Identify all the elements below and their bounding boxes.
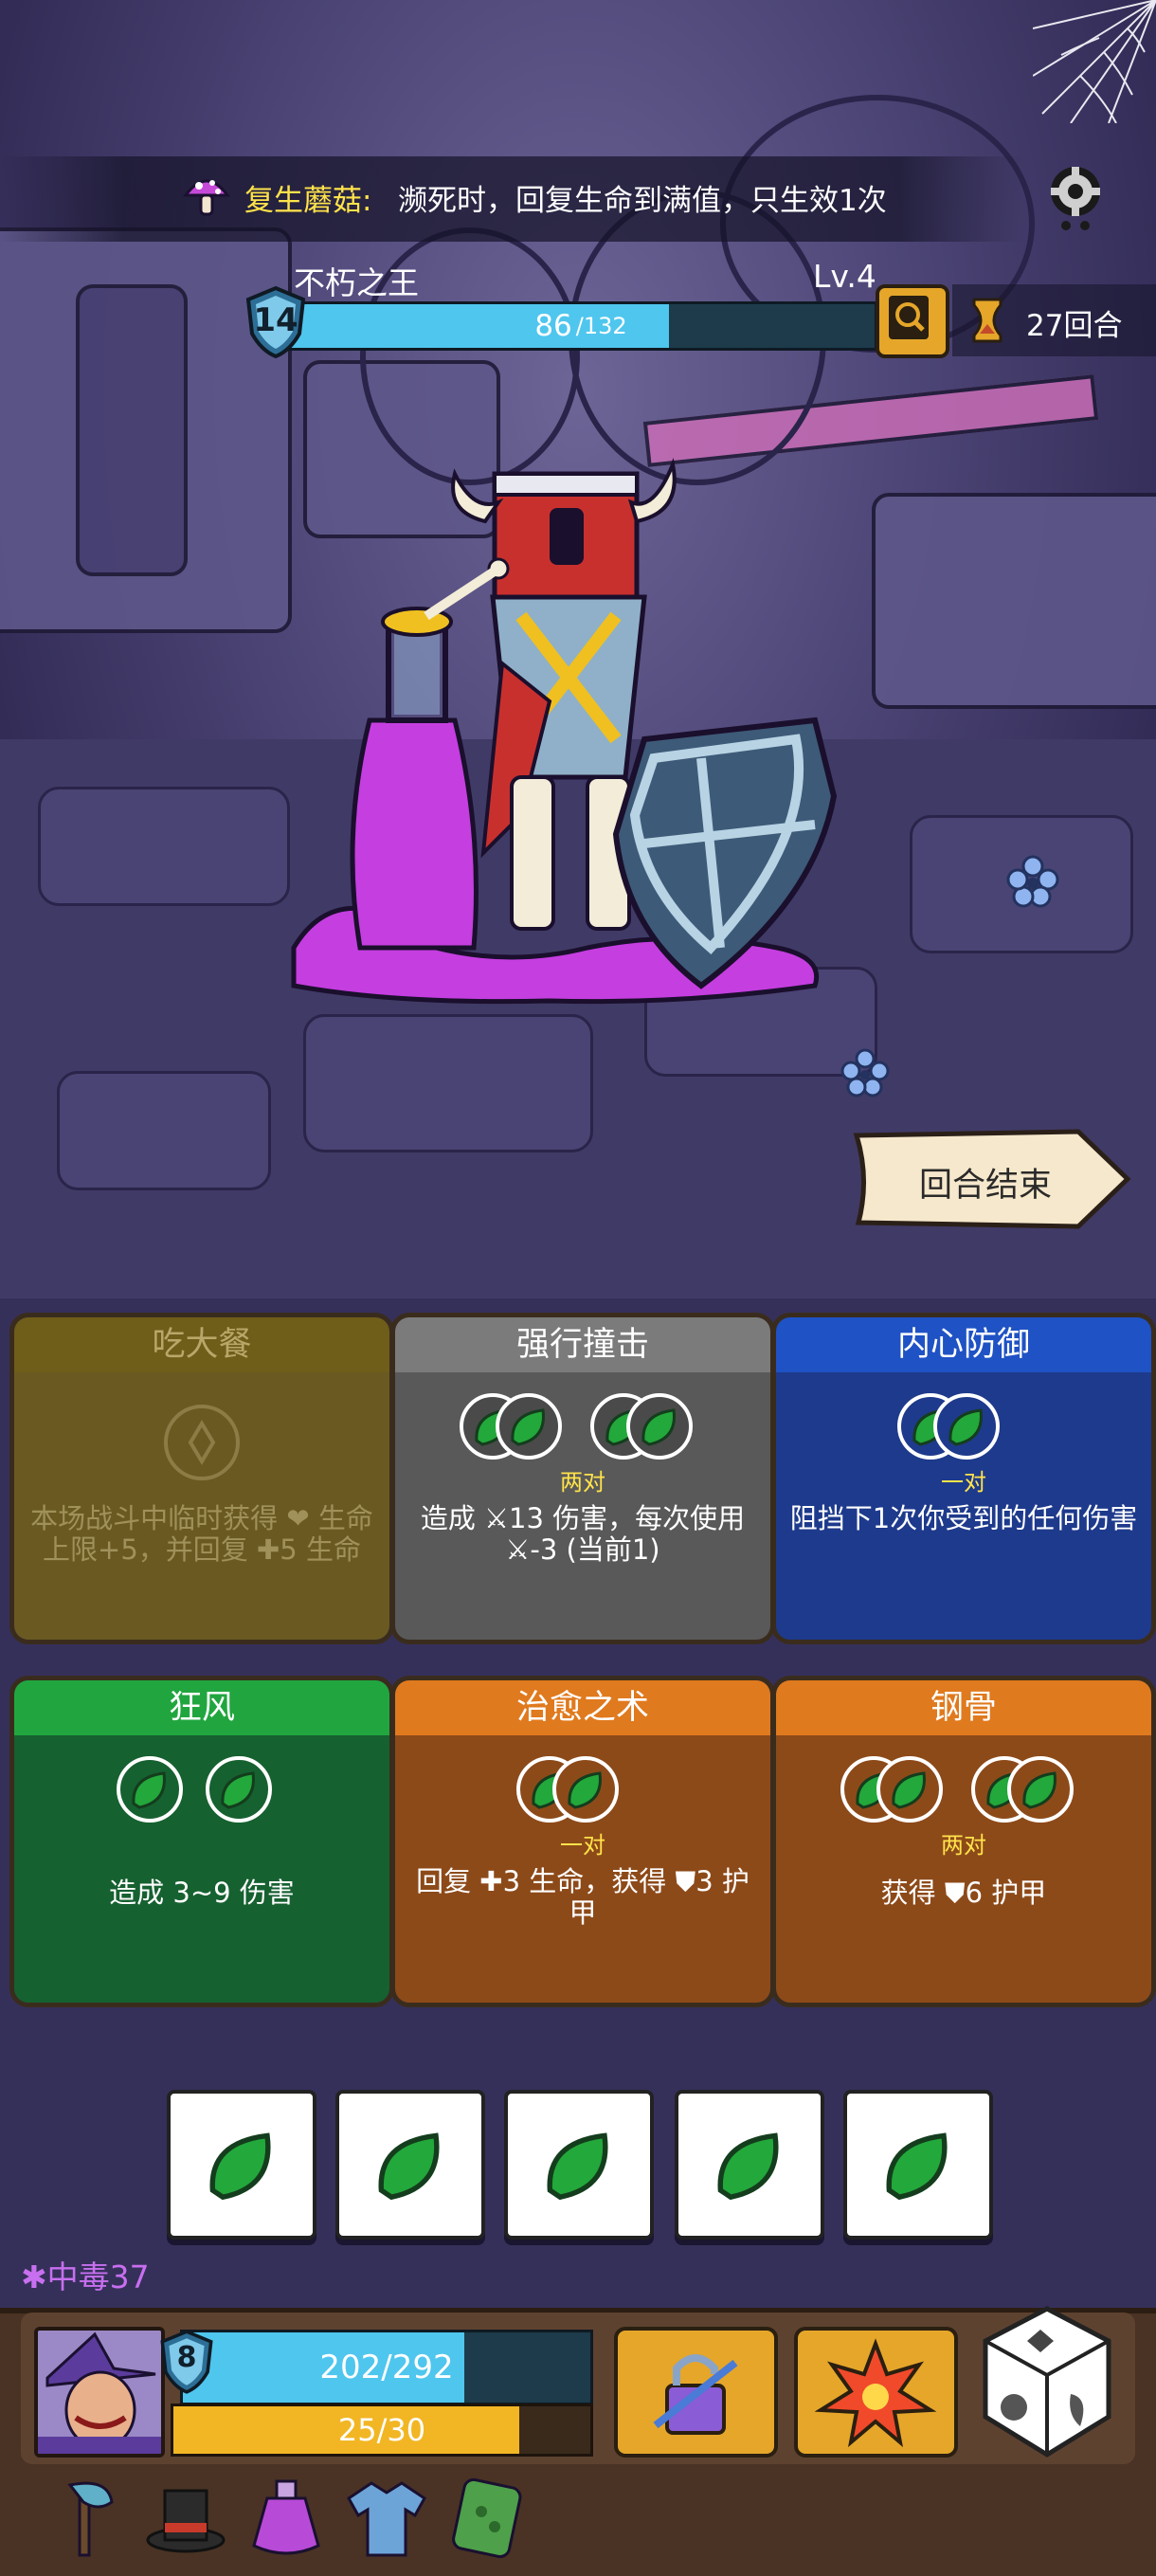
empty-die-slot-icon (164, 1405, 240, 1480)
player-energy-bar: 25/30 (171, 2404, 593, 2457)
leaf-icon (886, 2132, 948, 2201)
card-requirement: 一对 (560, 1832, 605, 1859)
burst-skill-button[interactable] (794, 2327, 958, 2458)
die-wind-1[interactable] (167, 2090, 316, 2240)
axe-icon[interactable] (42, 2474, 129, 2561)
round-count-label: 27回合 (1026, 309, 1123, 343)
enemy-health-bar: 86/132 (284, 301, 877, 351)
end-turn-label: 回合结束 (918, 1167, 1052, 1205)
lock-skill-button[interactable] (614, 2327, 778, 2458)
player-health-text: 202/292 (319, 2349, 454, 2386)
leaf-icon (1022, 1771, 1057, 1809)
leaf-icon (547, 2132, 608, 2201)
die-wind-4[interactable] (675, 2090, 824, 2240)
die-slot (933, 1393, 1000, 1460)
card-description: 造成 ⚔13 伤害，每次使用 ⚔-3 (当前1) (420, 1502, 746, 1566)
player-avatar[interactable] (34, 2327, 165, 2458)
floor-stone (303, 1014, 593, 1152)
top-hat-icon[interactable] (142, 2474, 229, 2561)
leaf-icon (892, 1771, 926, 1809)
dark-doorway (76, 284, 188, 576)
enemy-armor-value: 14 (253, 301, 298, 339)
leaf-icon (209, 2132, 271, 2201)
card-title: 狂风 (14, 1680, 389, 1735)
die-slot (496, 1393, 562, 1460)
leaf-icon (132, 1771, 166, 1809)
card-title: 强行撞击 (395, 1317, 770, 1372)
relic-description: 濒死时，回复生命到满值，只生效1次 (398, 184, 887, 218)
gear-icon[interactable] (1038, 159, 1113, 235)
player-armor-badge: 8 (157, 2328, 216, 2396)
die-slot (626, 1393, 693, 1460)
shirt-icon[interactable] (343, 2474, 430, 2561)
leaf-icon (568, 1771, 602, 1809)
floor-stone (57, 1071, 271, 1190)
die-slot (206, 1756, 272, 1823)
card-title: 吃大餐 (14, 1317, 389, 1372)
skill-card-gale[interactable]: 狂风 造成 3~9 伤害 (9, 1676, 394, 2007)
enemy-name: 不朽之王 (294, 264, 419, 301)
enemy-hp-max: /132 (575, 313, 627, 339)
die-slot (117, 1756, 183, 1823)
stone-stairs (872, 493, 1156, 709)
skill-card-feast[interactable]: 吃大餐 本场战斗中临时获得 ❤ 生命上限+5，并回复 ✚5 生命 (9, 1313, 394, 1644)
skill-card-inner-defense[interactable]: 内心防御 一对 阻挡下1次你受到的任何伤害 (771, 1313, 1156, 1644)
flower-icon (840, 1048, 890, 1098)
player-health-bar: 202/292 (180, 2330, 593, 2405)
immortal-king-boss[interactable] (284, 455, 872, 1005)
enemy-intent-button[interactable] (876, 284, 949, 358)
skill-card-steel-bone[interactable]: 钢骨 两对 获得 ⛊6 护甲 (771, 1676, 1156, 2007)
enemy-level: Lv.4 (813, 258, 876, 295)
leaf-icon (717, 2132, 779, 2201)
wizard-portrait-icon (38, 2331, 161, 2454)
die-slot (552, 1756, 619, 1823)
leaf-icon (378, 2132, 440, 2201)
leaf-icon (511, 1408, 545, 1446)
hourglass-icon (972, 298, 1002, 343)
leaf-icon (221, 1771, 255, 1809)
leaf-scroll-icon[interactable] (443, 2474, 531, 2561)
explosion-icon (814, 2338, 937, 2448)
die-slot (1007, 1756, 1074, 1823)
reroll-die-icon[interactable] (976, 2303, 1118, 2464)
floor-stone (38, 787, 290, 906)
leaf-icon (948, 1408, 983, 1446)
card-description: 回复 ✚3 生命，获得 ⛊3 护甲 (416, 1865, 750, 1929)
card-description: 获得 ⛊6 护甲 (880, 1877, 1047, 1909)
card-description: 本场战斗中临时获得 ❤ 生命上限+5，并回复 ✚5 生命 (30, 1502, 373, 1566)
die-wind-5[interactable] (843, 2090, 993, 2240)
card-requirement: 两对 (941, 1832, 986, 1859)
leaf-icon (641, 1408, 676, 1446)
mushroom-icon[interactable] (182, 171, 231, 220)
card-description: 阻挡下1次你受到的任何伤害 (789, 1502, 1138, 1534)
potion-icon[interactable] (243, 2474, 330, 2561)
skill-card-healing-art[interactable]: 治愈之术 一对 回复 ✚3 生命，获得 ⛊3 护甲 (390, 1676, 775, 2007)
die-wind-2[interactable] (335, 2090, 485, 2240)
player-energy-text: 25/30 (337, 2412, 426, 2448)
card-title: 内心防御 (776, 1317, 1151, 1372)
cobweb-icon (1033, 0, 1156, 123)
poison-status[interactable]: ✱中毒37 (21, 2252, 150, 2297)
relic-name: 复生蘑菇: (244, 184, 372, 218)
lock-icon (653, 2354, 738, 2435)
card-requirement: 两对 (560, 1469, 605, 1496)
card-title: 钢骨 (776, 1680, 1151, 1735)
skill-card-forced-strike[interactable]: 强行撞击 两对 造成 ⚔13 伤害，每次使用 ⚔-3 (当前1) (390, 1313, 775, 1644)
card-requirement: 一对 (941, 1469, 986, 1496)
flower-icon (1006, 855, 1059, 908)
card-description: 造成 3~9 伤害 (109, 1877, 295, 1909)
card-title: 治愈之术 (395, 1680, 770, 1735)
die-wind-3[interactable] (504, 2090, 654, 2240)
die-slot (876, 1756, 943, 1823)
player-armor-value: 8 (176, 2341, 197, 2374)
enemy-armor-badge: 14 (243, 284, 309, 360)
magnifier-icon (889, 296, 929, 339)
enemy-hp-current: 86 (534, 309, 572, 343)
